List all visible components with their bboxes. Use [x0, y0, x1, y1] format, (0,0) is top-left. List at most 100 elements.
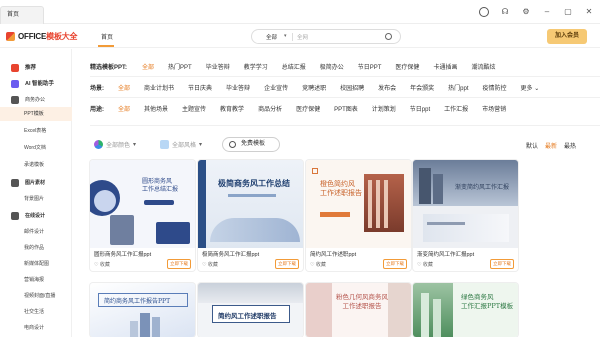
filter-item[interactable]: 工作汇报: [444, 104, 468, 113]
filter-item[interactable]: 毕业答辩: [226, 83, 250, 92]
template-thumbnail[interactable]: 简约商务风工作报告PPT: [90, 283, 195, 337]
card-title[interactable]: 圆形商务风工作汇报ppt: [94, 250, 151, 258]
download-button[interactable]: 立即下载: [275, 259, 299, 269]
favorite-button[interactable]: ♡ 收藏: [310, 261, 326, 268]
user-avatar-icon[interactable]: [479, 7, 489, 17]
filter-item[interactable]: 商业计划书: [144, 83, 174, 92]
maximize-icon[interactable]: ▢: [563, 6, 573, 18]
sidebar-item-ai[interactable]: AI 智能助手: [0, 77, 72, 91]
download-button[interactable]: 立即下载: [383, 259, 407, 269]
nav-home[interactable]: 首页: [101, 32, 113, 41]
filter-item[interactable]: 教学学习: [244, 62, 268, 71]
card-title[interactable]: 简约风工作述职ppt: [310, 250, 356, 258]
free-templates-button[interactable]: 免费模板: [222, 137, 280, 152]
search-category[interactable]: 全部: [266, 33, 277, 41]
minimize-icon[interactable]: –: [542, 6, 552, 18]
template-card[interactable]: 极简商务风工作总结 极简商务风工作汇报ppt ♡ 收藏 立即下载: [198, 160, 303, 271]
template-card[interactable]: 渐变简约风工作汇报 渐变简约风工作汇报ppt ♡ 收藏 立即下载: [413, 160, 518, 271]
filter-item[interactable]: 竞聘述职: [302, 83, 326, 92]
template-card[interactable]: 圆形商务风 工作总结汇报 圆形商务风工作汇报ppt ♡ 收藏 立即下载: [90, 160, 195, 271]
favorite-button[interactable]: ♡ 收藏: [94, 261, 110, 268]
download-button[interactable]: 立即下载: [490, 259, 514, 269]
favorite-button[interactable]: ♡ 收藏: [417, 261, 433, 268]
filter-item[interactable]: 计划策划: [372, 104, 396, 113]
filter-item[interactable]: 潮流酷炫: [471, 62, 495, 71]
sidebar-item-online-design[interactable]: 在线设计: [0, 209, 72, 223]
sidebar-item-business[interactable]: 商务办公: [0, 93, 72, 107]
sidebar-item-excel[interactable]: Excel表格: [0, 124, 72, 138]
logo[interactable]: OFFICE模板大全: [6, 30, 78, 42]
filter-item[interactable]: 极简办公: [320, 62, 344, 71]
sidebar-item-word[interactable]: Word文档: [0, 141, 72, 155]
join-member-button[interactable]: 加入会员: [547, 29, 587, 44]
close-icon[interactable]: ✕: [584, 6, 594, 18]
sort-default[interactable]: 默认: [526, 141, 538, 150]
card-title[interactable]: 极简商务风工作汇报ppt: [202, 250, 259, 258]
search-input[interactable]: 全网: [297, 33, 308, 41]
template-thumbnail[interactable]: 简约风工作述职报告: [198, 283, 303, 337]
filter-item[interactable]: 节日ppt: [410, 104, 430, 113]
sort-hottest[interactable]: 最热: [564, 141, 576, 150]
template-thumbnail[interactable]: 粉色几何风商务风 工作述职报告: [306, 283, 411, 337]
filter-item[interactable]: 总结汇报: [282, 62, 306, 71]
template-card[interactable]: 绿色商务风 工作汇报PPT模板: [413, 283, 518, 337]
filter-item[interactable]: 商品分析: [258, 104, 282, 113]
filter-more-button[interactable]: 更多 ⌄: [521, 83, 540, 92]
sidebar-item-mail[interactable]: 邮件设计: [0, 225, 72, 239]
template-card[interactable]: 粉色几何风商务风 工作述职报告: [306, 283, 411, 337]
sidebar-item-ppt[interactable]: PPT模板: [0, 107, 72, 121]
filter-item[interactable]: 医疗保健: [395, 62, 419, 71]
filter-item[interactable]: 校园招聘: [340, 83, 364, 92]
search-bar[interactable]: 全部 ▾ 全网: [251, 29, 401, 44]
filter-item[interactable]: 疫情防控: [482, 83, 506, 92]
favorite-button[interactable]: ♡ 收藏: [202, 261, 218, 268]
filter-item[interactable]: 热门ppt: [448, 83, 468, 92]
card-title[interactable]: 渐变简约风工作汇报ppt: [417, 250, 474, 258]
sidebar-item-backgrounds[interactable]: 背景图片: [0, 192, 72, 206]
filter-item[interactable]: 教育教学: [220, 104, 244, 113]
style-dropdown[interactable]: 全部风格 ▾: [160, 139, 202, 150]
sidebar-item-my-works[interactable]: 我的作品: [0, 241, 72, 255]
filter-item[interactable]: 企业宣传: [264, 83, 288, 92]
template-card[interactable]: 简约商务风工作报告PPT: [90, 283, 195, 337]
sidebar-item-recommend[interactable]: 推荐: [0, 61, 72, 75]
filter-item[interactable]: 全部: [118, 104, 130, 113]
filter-item[interactable]: 年会颁奖: [410, 83, 434, 92]
filter-item[interactable]: 毕业答辩: [206, 62, 230, 71]
sidebar-item-social[interactable]: 社交生活: [0, 305, 72, 319]
filter-item[interactable]: 医疗保健: [296, 104, 320, 113]
filter-item[interactable]: 发布会: [378, 83, 396, 92]
filter-item[interactable]: 节日PPT: [358, 62, 382, 71]
filter-item[interactable]: PPT图表: [334, 104, 358, 113]
color-dropdown[interactable]: 全部颜色 ▾: [94, 139, 136, 150]
template-card[interactable]: 简约风工作述职报告: [198, 283, 303, 337]
sidebar-item-video-cover[interactable]: 视频封面/直播: [0, 289, 72, 303]
filter-item[interactable]: 卡通插画: [433, 62, 457, 71]
template-card[interactable]: 橙色简约风 工作述职报告 简约风工作述职ppt ♡ 收藏 立即下载: [306, 160, 411, 271]
filter-item[interactable]: 热门PPT: [168, 62, 192, 71]
template-thumbnail[interactable]: 橙色简约风 工作述职报告: [306, 160, 411, 248]
download-button[interactable]: 立即下载: [167, 259, 191, 269]
sort-newest[interactable]: 最新: [545, 141, 557, 150]
filter-item[interactable]: 其他场景: [144, 104, 168, 113]
filter-item[interactable]: 节日庆典: [188, 83, 212, 92]
sidebar-item-images[interactable]: 图片素材: [0, 176, 72, 190]
template-thumbnail[interactable]: 圆形商务风 工作总结汇报: [90, 160, 195, 248]
sidebar-item-promise[interactable]: 承诺模板: [0, 158, 72, 172]
template-thumbnail[interactable]: 渐变简约风工作汇报: [413, 160, 518, 248]
template-thumbnail[interactable]: 绿色商务风 工作汇报PPT模板: [413, 283, 518, 337]
chevron-down-icon[interactable]: ▾: [284, 33, 287, 39]
sidebar-item-poster[interactable]: 营销海报: [0, 273, 72, 287]
filter-item[interactable]: 全部: [118, 83, 130, 92]
sidebar-item-new-media[interactable]: 新媒体配图: [0, 257, 72, 271]
sidebar-item-ecommerce[interactable]: 电商设计: [0, 321, 72, 335]
headset-icon[interactable]: ☊: [500, 6, 510, 18]
search-icon[interactable]: [385, 33, 392, 40]
filter-item[interactable]: 主题宣传: [182, 104, 206, 113]
filter-item[interactable]: 市场营销: [482, 104, 506, 113]
filter-item[interactable]: 全部: [142, 62, 154, 71]
gear-icon[interactable]: ⚙: [521, 6, 531, 18]
template-thumbnail[interactable]: 极简商务风工作总结: [198, 160, 303, 248]
tab-home[interactable]: 首页: [0, 6, 44, 24]
window-controls: ☊ ⚙ – ▢ ✕: [479, 6, 594, 18]
